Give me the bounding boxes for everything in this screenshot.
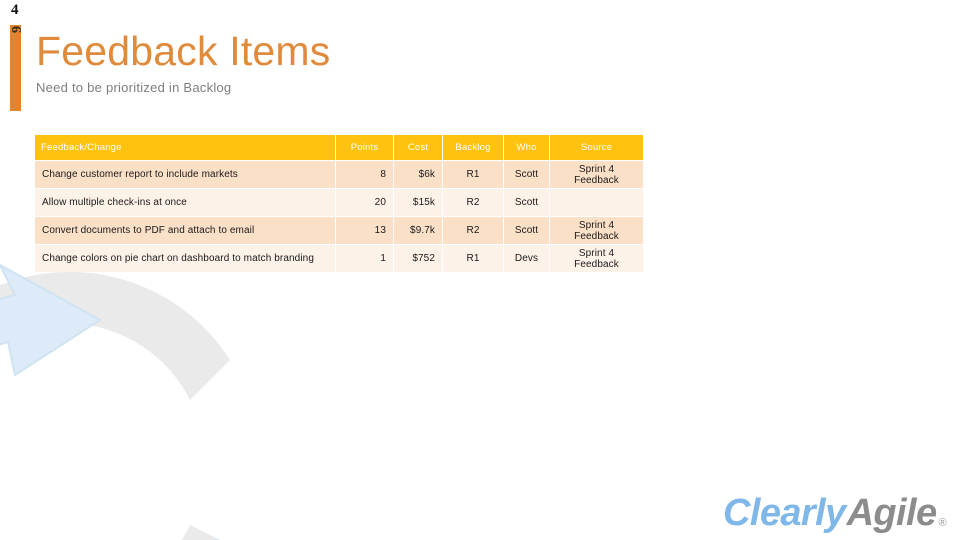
logo-word-clearly: Clearly [723, 492, 846, 534]
column-header-cost[interactable]: Cost [394, 135, 442, 160]
column-header-feedback[interactable]: Feedback/Change [35, 135, 335, 160]
column-header-source[interactable]: Source [550, 135, 643, 160]
cell-cost: $6k [394, 161, 442, 188]
column-header-who[interactable]: Who [504, 135, 549, 160]
cell-backlog: R1 [443, 161, 503, 188]
cell-points: 20 [336, 189, 393, 216]
slide-canvas: 4 9 Feedback Items Need to be prioritize… [0, 0, 960, 540]
table-row[interactable]: Change customer report to include market… [35, 161, 643, 188]
page-subtitle: Need to be prioritized in Backlog [36, 80, 232, 95]
cell-source: Sprint 4 Feedback [550, 161, 643, 188]
cell-points: 8 [336, 161, 393, 188]
watermark-blue-arrow-top [0, 263, 102, 377]
column-header-backlog[interactable]: Backlog [443, 135, 503, 160]
cell-points: 1 [336, 245, 393, 272]
table-row[interactable]: Convert documents to PDF and attach to e… [35, 217, 643, 244]
title-block: Feedback Items Need to be prioritized in… [36, 26, 331, 96]
cell-points: 13 [336, 217, 393, 244]
watermark-gray-arc-2 [181, 525, 220, 540]
accent-bar [10, 25, 21, 111]
cell-feedback: Change customer report to include market… [35, 161, 335, 188]
agile-cycle-watermark [0, 263, 230, 540]
cell-feedback: Convert documents to PDF and attach to e… [35, 217, 335, 244]
cell-source: Sprint 4 Feedback [550, 217, 643, 244]
table-row[interactable]: Allow multiple check-ins at once 20 $15k… [35, 189, 643, 216]
feedback-table: Feedback/Change Points Cost Backlog Who … [34, 134, 644, 273]
cell-cost: $752 [394, 245, 442, 272]
cell-backlog: R2 [443, 217, 503, 244]
cell-who: Devs [504, 245, 549, 272]
table-row[interactable]: Change colors on pie chart on dashboard … [35, 245, 643, 272]
cell-who: Scott [504, 161, 549, 188]
slide-number-digit-bottom: 9 [10, 26, 25, 33]
feedback-table-container: Feedback/Change Points Cost Backlog Who … [34, 134, 643, 273]
cell-feedback: Allow multiple check-ins at once [35, 189, 335, 216]
cell-source [550, 189, 643, 216]
page-title: Feedback Items [36, 28, 331, 74]
cell-backlog: R2 [443, 189, 503, 216]
table-header-row: Feedback/Change Points Cost Backlog Who … [35, 135, 643, 160]
column-header-points[interactable]: Points [336, 135, 393, 160]
brand-logo: Clearly Agile ® [723, 492, 947, 534]
cell-cost: $15k [394, 189, 442, 216]
watermark-gray-arc [0, 271, 230, 400]
cell-who: Scott [504, 189, 549, 216]
registered-trademark-icon: ® [938, 517, 946, 529]
cell-source: Sprint 4 Feedback [550, 245, 643, 272]
cell-who: Scott [504, 217, 549, 244]
logo-word-agile: Agile [846, 492, 938, 534]
cell-feedback: Change colors on pie chart on dashboard … [35, 245, 335, 272]
cell-backlog: R1 [443, 245, 503, 272]
slide-number: 4 9 [10, 2, 37, 36]
cell-cost: $9.7k [394, 217, 442, 244]
